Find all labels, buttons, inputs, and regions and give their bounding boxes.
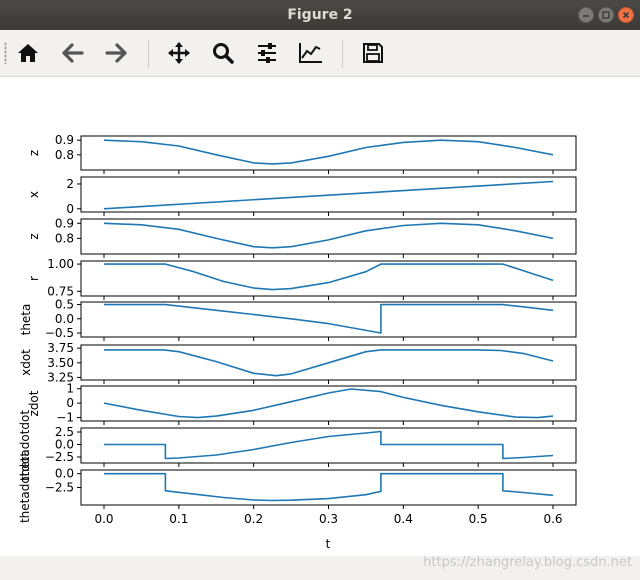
y-tick-label: −2.5: [45, 450, 74, 464]
axes-frame: [80, 427, 577, 464]
y-tick-label: 0.8: [55, 148, 74, 162]
close-icon: [622, 11, 630, 19]
axes-frame: [80, 260, 577, 297]
x-tick-label: 0.1: [169, 512, 188, 526]
subplot-3: 0.90.8 z: [27, 216, 577, 258]
home-icon: [18, 44, 38, 62]
forward-arrow-icon: [105, 43, 127, 63]
y-axis-label: z: [27, 150, 41, 156]
figure-canvas[interactable]: 0.90.8z20x0.90.8z1.000.75r0.50.0−0.5thet…: [0, 77, 640, 556]
y-axis-label: r: [27, 276, 41, 281]
x-axis-label: t: [326, 537, 331, 551]
home-button[interactable]: [13, 38, 43, 68]
y-tick-label: 2: [66, 177, 74, 191]
axes-frame: [80, 218, 577, 255]
maximize-icon: [602, 11, 610, 19]
y-tick-label: 0.8: [55, 231, 74, 245]
zoom-icon: [213, 43, 234, 64]
pan-button[interactable]: [164, 38, 194, 68]
y-axis-label: xdot: [19, 349, 33, 376]
y-tick-label: −1: [56, 411, 74, 425]
toolbar-separator: [148, 40, 149, 68]
edit-axis-icon: [299, 43, 322, 63]
back-button[interactable]: [58, 38, 88, 68]
back-arrow-icon: [62, 43, 84, 63]
minimize-icon: [583, 15, 589, 17]
y-tick-label: 1: [66, 382, 74, 396]
configure-subplots-icon: [258, 43, 276, 63]
window-title: Figure 2: [287, 7, 353, 23]
subplot-7: 10−1zdot: [27, 382, 577, 425]
y-tick-label: 0.5: [55, 298, 74, 312]
x-tick-label: 0.6: [543, 512, 562, 526]
y-axis-label: z: [27, 233, 41, 239]
x-tick-label: 0.3: [319, 512, 338, 526]
save-button[interactable]: [358, 38, 388, 68]
pan-icon: [168, 42, 190, 64]
save-icon: [363, 43, 383, 63]
forward-button[interactable]: [101, 38, 131, 68]
y-tick-label: 0: [66, 202, 74, 216]
configure-subplots-button[interactable]: [252, 38, 282, 68]
subplot-5: 0.50.0−0.5 theta: [19, 298, 577, 341]
y-axis-label: x: [27, 191, 41, 198]
y-tick-label: −2.5: [45, 481, 74, 495]
y-tick-label: 1.00: [47, 257, 74, 271]
axes-frame: [80, 135, 577, 171]
y-axis-label: thetadotdot: [18, 452, 32, 523]
axes-frame: [80, 301, 577, 338]
y-tick-label: 0: [66, 396, 74, 410]
edit-axis-button[interactable]: [296, 38, 326, 68]
maximize-button[interactable]: [598, 7, 614, 23]
y-tick-label: 0.0: [55, 312, 74, 326]
y-tick-label: −0.5: [45, 326, 74, 340]
y-axis-label: theta: [19, 304, 33, 336]
y-tick-label: 3.50: [47, 356, 74, 370]
toolbar-separator: [342, 40, 343, 68]
x-tick-label: 0.2: [244, 512, 263, 526]
zoom-button[interactable]: [208, 38, 238, 68]
y-tick-label: 0.9: [55, 133, 74, 147]
y-tick-label: 0.75: [47, 284, 74, 298]
y-tick-label: 3.75: [47, 341, 74, 355]
subplot-2: 2 0 x: [27, 176, 577, 216]
y-tick-label: 0.9: [55, 216, 74, 230]
y-tick-label: 0.0: [55, 467, 74, 481]
toolbar-grip[interactable]: [4, 42, 7, 64]
x-tick-label: 0.0: [94, 512, 113, 526]
watermark-text: https://zhangrelay.blog.csdn.net: [423, 555, 632, 570]
x-tick-label: 0.4: [394, 512, 413, 526]
axes-frame: [80, 469, 577, 506]
minimize-button[interactable]: [578, 7, 594, 23]
close-button[interactable]: [618, 7, 634, 23]
x-tick-label: 0.5: [469, 512, 488, 526]
window-titlebar: Figure 2: [0, 0, 640, 30]
subplot-6: 3.753.503.25xdot: [19, 341, 577, 384]
subplot-4: 1.00 0.75 r: [27, 257, 577, 300]
subplot-1: 0.90.8 z: [27, 133, 577, 174]
